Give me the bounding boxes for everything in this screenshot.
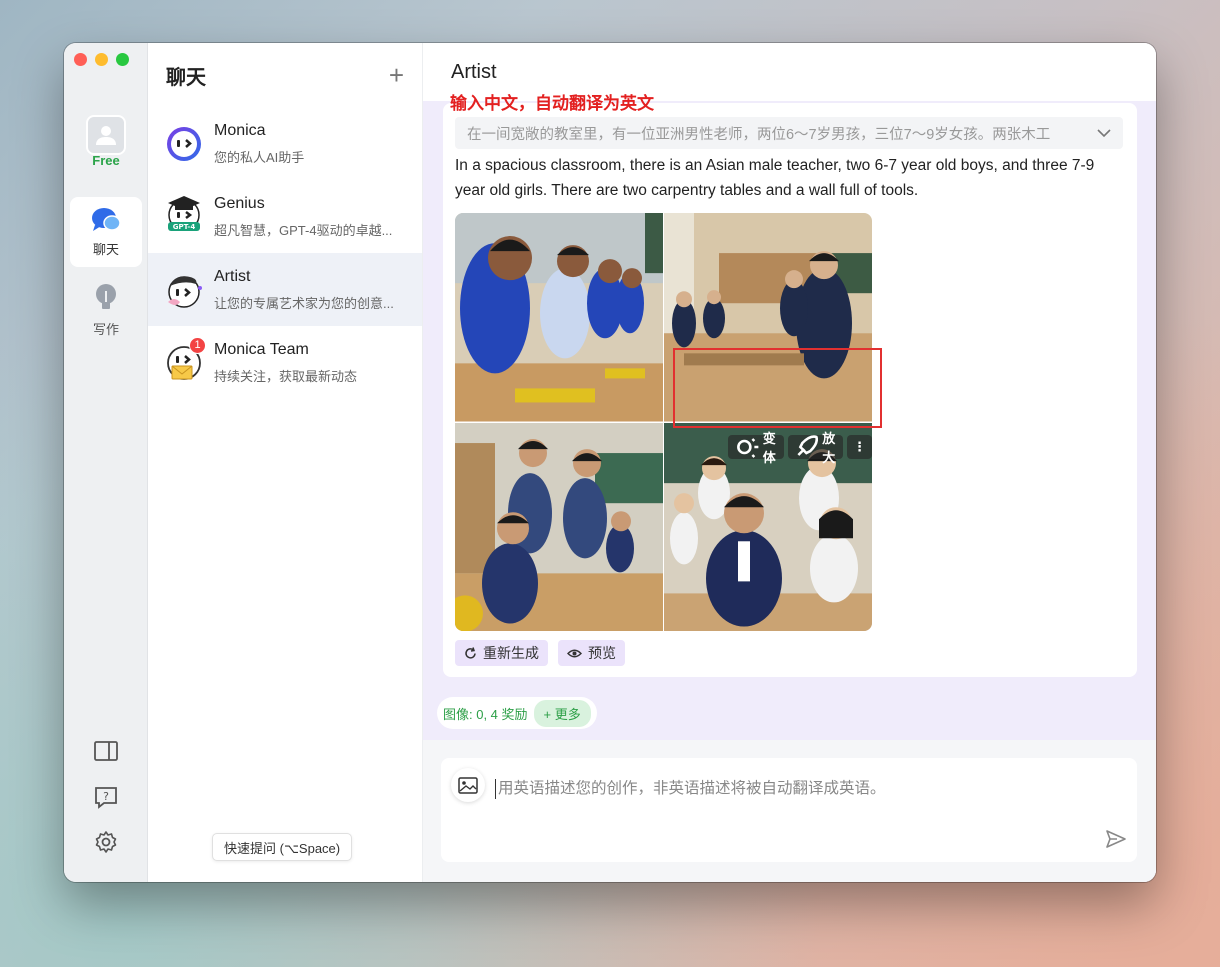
settings-icon[interactable] xyxy=(92,828,120,856)
translated-prompt: In a spacious classroom, there is an Asi… xyxy=(455,157,1095,199)
generated-image-4[interactable]: 变体 放大 ⋮ xyxy=(664,422,872,631)
chat-name: Monica Team xyxy=(214,340,309,358)
chat-name: Monica xyxy=(214,121,266,139)
more-options-button[interactable]: ⋮ xyxy=(847,434,872,459)
regenerate-button[interactable]: 重新生成 xyxy=(455,640,548,666)
chat-bubbles-icon xyxy=(92,207,121,231)
conversation-panel: Artist 输入中文，自动翻译为英文 在一间宽敞的教室里，有一位亚洲男性老师，… xyxy=(423,43,1156,882)
attach-image-button[interactable] xyxy=(451,768,485,802)
svg-text:?: ? xyxy=(103,790,109,803)
upscale-label: 放大 xyxy=(822,430,836,465)
refresh-icon xyxy=(465,646,476,659)
eye-icon xyxy=(567,649,582,657)
image-icon xyxy=(458,776,478,794)
chat-item-genius[interactable]: GPT-4 Genius 超凡智慧，GPT-4驱动的卓越... xyxy=(148,180,422,253)
chat-list-title: 聊天 xyxy=(166,66,206,89)
chat-item-monica-team[interactable]: 1 Monica Team 持续关注，获取最新动态 xyxy=(148,326,422,399)
chat-subtitle: 您的私人AI助手 xyxy=(214,149,305,165)
minimize-window-button[interactable] xyxy=(95,53,108,66)
sidebar-toggle-icon[interactable] xyxy=(92,737,120,765)
image-quota: 图像: 0, 4 奖励 + 更多 xyxy=(437,697,597,729)
image-hover-toolbar: 变体 放大 ⋮ xyxy=(728,431,872,465)
chat-subtitle: 持续关注，获取最新动态 xyxy=(214,368,358,384)
artist-avatar xyxy=(166,272,202,308)
message-input[interactable]: 用英语描述您的创作，非英语描述将被自动翻译成英语。 xyxy=(495,779,886,799)
more-icon: ⋮ xyxy=(853,438,866,454)
chat-list-panel: 聊天 + Monica 您的私人AI助手 GPT-4 Genius 超凡智慧，G… xyxy=(148,43,423,882)
chevron-down-icon[interactable] xyxy=(1097,128,1111,138)
user-avatar[interactable] xyxy=(86,115,126,155)
generated-image-1[interactable] xyxy=(455,213,663,422)
plus-icon: + xyxy=(388,60,404,90)
plan-label: Free xyxy=(92,153,120,168)
monica-team-avatar: 1 xyxy=(166,336,206,381)
get-more-button[interactable]: + 更多 xyxy=(533,699,591,727)
annotation-highlight-box xyxy=(673,348,882,428)
rail-item-label: 写作 xyxy=(92,321,119,337)
sparkle-icon xyxy=(737,437,759,458)
preview-label: 预览 xyxy=(588,645,616,661)
monica-avatar xyxy=(166,126,202,162)
chat-name: Genius xyxy=(214,194,265,212)
help-icon[interactable]: ? xyxy=(92,784,120,812)
chat-item-monica[interactable]: Monica 您的私人AI助手 xyxy=(148,107,422,180)
generated-image-3[interactable] xyxy=(455,422,663,631)
lightbulb-icon xyxy=(96,283,116,309)
app-window: Free 聊天 写作 ? 聊天 + Monica 您的私人AI助手 GPT-4 … xyxy=(64,43,1156,882)
composer-box[interactable]: 用英语描述您的创作，非英语描述将被自动翻译成英语。 xyxy=(441,758,1137,862)
window-controls xyxy=(74,53,129,66)
composer-area: 用英语描述您的创作，非英语描述将被自动翻译成英语。 xyxy=(423,740,1156,882)
zoom-window-button[interactable] xyxy=(116,53,129,66)
annotation-label: 输入中文，自动翻译为英文 xyxy=(450,94,654,113)
quick-ask-button[interactable]: 快速提问 (⌥Space) xyxy=(212,833,353,861)
rocket-icon xyxy=(796,434,818,456)
variant-label: 变体 xyxy=(762,430,776,465)
close-window-button[interactable] xyxy=(74,53,87,66)
quota-text: 图像: 0, 4 奖励 xyxy=(443,706,528,722)
rail-item-write[interactable]: 写作 xyxy=(70,275,142,345)
chat-item-artist[interactable]: Artist 让您的专属艺术家为您的创意... xyxy=(148,253,422,326)
genius-avatar: GPT-4 xyxy=(166,195,202,235)
user-icon xyxy=(96,126,116,145)
chat-subtitle: 让您的专属艺术家为您的创意... xyxy=(214,295,394,311)
preview-button[interactable]: 预览 xyxy=(558,640,625,666)
send-icon[interactable] xyxy=(1105,828,1127,850)
rail-item-label: 聊天 xyxy=(92,241,119,257)
variant-button[interactable]: 变体 xyxy=(728,431,784,465)
original-prompt-text: 在一间宽敞的教室里，有一位亚洲男性老师，两位6～7岁男孩，三位7～9岁女孩。两张… xyxy=(467,126,1051,143)
chat-subtitle: 超凡智慧，GPT-4驱动的卓越... xyxy=(214,222,393,238)
left-rail: Free 聊天 写作 ? xyxy=(64,43,148,882)
upscale-button[interactable]: 放大 xyxy=(787,431,843,465)
original-prompt[interactable]: 在一间宽敞的教室里，有一位亚洲男性老师，两位6～7岁男孩，三位7～9岁女孩。两张… xyxy=(455,117,1123,149)
conversation-title: Artist xyxy=(451,61,497,83)
chat-list-header: 聊天 + xyxy=(148,43,422,107)
chat-name: Artist xyxy=(214,267,251,285)
gpt4-badge: GPT-4 xyxy=(173,223,196,231)
new-chat-button[interactable]: + xyxy=(389,62,404,88)
unread-badge: 1 xyxy=(189,336,206,354)
rail-item-chat[interactable]: 聊天 xyxy=(70,197,142,267)
regenerate-label: 重新生成 xyxy=(483,645,539,661)
